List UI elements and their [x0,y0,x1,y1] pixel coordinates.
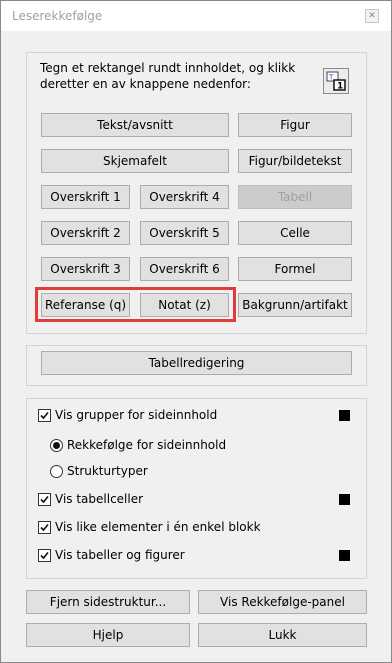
svg-text:T: T [328,74,334,82]
heading-3-button[interactable]: Overskrift 3 [41,257,130,281]
checkmark-icon [40,411,49,419]
show-tables-figures-option[interactable]: Vis tabeller og figurer [38,548,185,562]
show-groups-label: Vis grupper for sideinnhold [55,408,218,422]
reading-order-tool-icon: T 1 [326,71,346,92]
show-groups-option[interactable]: Vis grupper for sideinnhold [38,408,217,422]
figure-button[interactable]: Figur [238,113,352,137]
show-like-elements-checkbox[interactable] [38,520,51,534]
help-button[interactable]: Hjelp [26,623,190,647]
show-like-elements-label: Vis like elementer i én enkel blokk [55,520,261,534]
title-bar[interactable]: Leserekkefølge ✕ [1,1,391,31]
close-window-button[interactable]: ✕ [365,9,379,23]
table-button: Tabell [238,185,352,209]
show-cells-label: Vis tabellceller [55,492,144,506]
cell-button[interactable]: Celle [238,221,352,245]
cells-color-swatch[interactable] [339,494,350,505]
touch-up-order-tool-button[interactable]: T 1 [323,68,349,94]
table-editor-button[interactable]: Tabellredigering [41,351,352,375]
show-tables-figures-label: Vis tabeller og figurer [55,548,185,562]
groups-color-swatch[interactable] [339,410,350,421]
heading-4-button[interactable]: Overskrift 4 [140,185,229,209]
structure-radio[interactable] [50,464,63,478]
heading-1-button[interactable]: Overskrift 1 [41,185,130,209]
instruction-text: Tegn et rektangel rundt innholdet, og kl… [40,61,296,91]
background-artifact-button[interactable]: Bakgrunn/artifakt [238,293,352,317]
show-like-elements-option[interactable]: Vis like elementer i én enkel blokk [38,520,261,534]
remove-structure-button[interactable]: Fjern sidestruktur... [26,590,190,614]
show-groups-checkbox[interactable] [38,408,51,422]
show-order-panel-button[interactable]: Vis Rekkefølge-panel [198,590,367,614]
checkmark-icon [40,551,49,559]
highlight-box [35,287,236,322]
show-tables-figures-checkbox[interactable] [38,548,51,562]
svg-text:1: 1 [337,82,343,92]
reading-order-dialog: Leserekkefølge ✕ Tegn et rektangel rundt… [0,0,392,663]
order-radio-label: Rekkefølge for sideinnhold [67,438,227,452]
order-radio[interactable] [50,438,63,452]
show-cells-checkbox[interactable] [38,492,51,506]
close-icon: ✕ [368,11,376,21]
text-paragraph-button[interactable]: Tekst/avsnitt [41,113,229,137]
heading-6-button[interactable]: Overskrift 6 [140,257,229,281]
formula-button[interactable]: Formel [238,257,352,281]
show-cells-option[interactable]: Vis tabellceller [38,492,143,506]
figure-caption-button[interactable]: Figur/bildetekst [238,149,352,173]
form-field-button[interactable]: Skjemafelt [41,149,229,173]
checkmark-icon [40,495,49,503]
structure-radio-option[interactable]: Strukturtyper [50,464,148,478]
heading-2-button[interactable]: Overskrift 2 [41,221,130,245]
checkmark-icon [40,523,49,531]
structure-radio-label: Strukturtyper [67,464,148,478]
heading-5-button[interactable]: Overskrift 5 [140,221,229,245]
tables-color-swatch[interactable] [339,550,350,561]
close-button[interactable]: Lukk [198,623,367,647]
order-radio-option[interactable]: Rekkefølge for sideinnhold [50,438,226,452]
window-title: Leserekkefølge [12,9,103,23]
